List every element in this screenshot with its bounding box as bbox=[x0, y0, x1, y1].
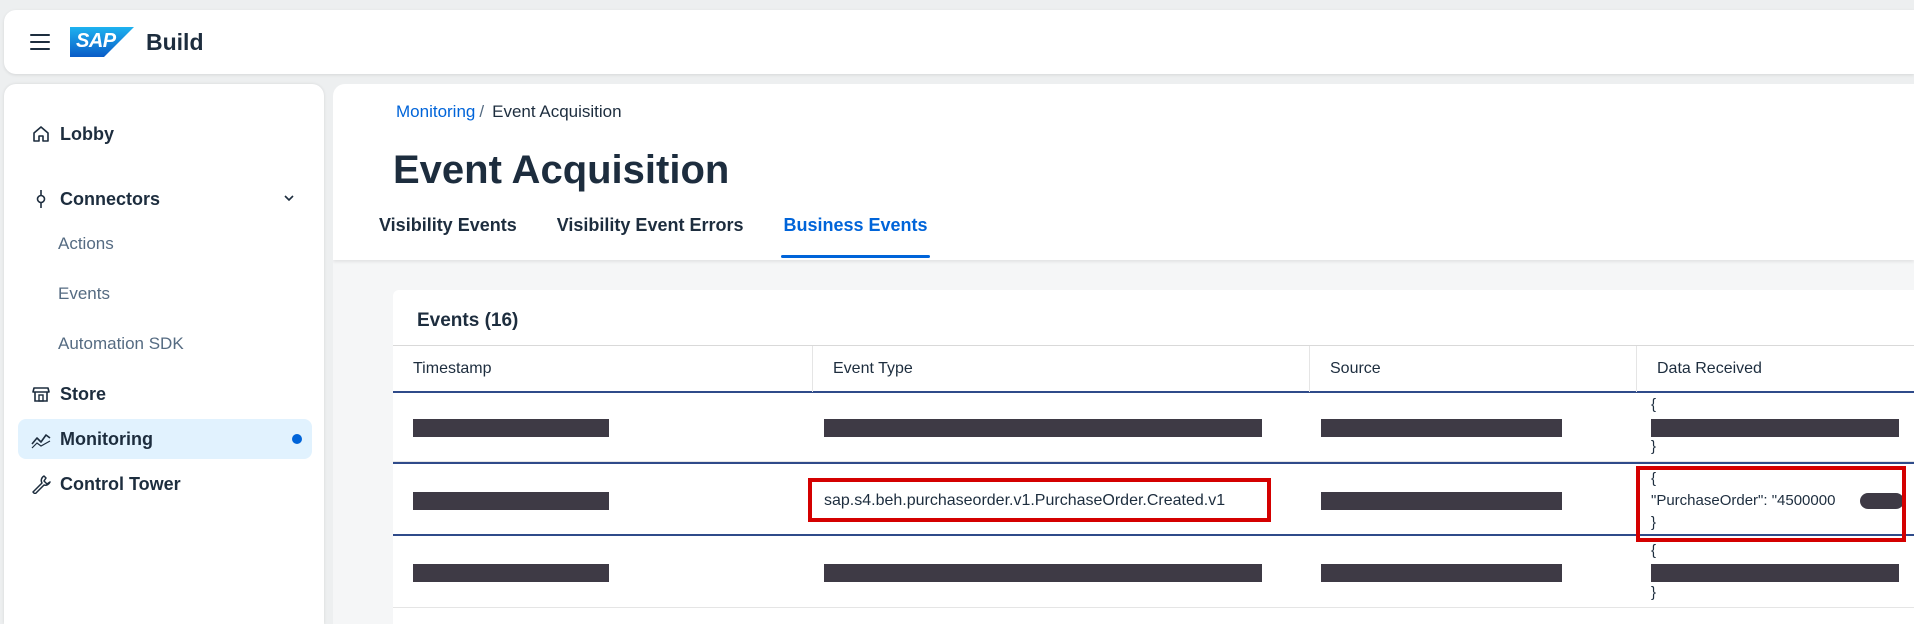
json-open-brace: { bbox=[1651, 396, 1657, 413]
table-row[interactable]: { } bbox=[393, 536, 1914, 608]
monitoring-icon bbox=[30, 428, 52, 450]
table-header: Timestamp Event Type Source Data Receive… bbox=[393, 345, 1914, 393]
selected-indicator-dot bbox=[292, 434, 302, 444]
highlight-data-received bbox=[1636, 466, 1906, 542]
breadcrumb-separator: / bbox=[479, 102, 485, 121]
breadcrumb: Monitoring / Event Acquisition bbox=[396, 102, 622, 122]
connector-icon bbox=[30, 188, 52, 210]
json-open-brace: { bbox=[1651, 542, 1657, 559]
sidebar-subitem-automation-sdk[interactable]: Automation SDK bbox=[58, 334, 184, 354]
redacted-source bbox=[1321, 492, 1562, 510]
tab-visibility-events[interactable]: Visibility Events bbox=[377, 210, 519, 260]
sidebar-item-label: Monitoring bbox=[60, 428, 153, 449]
column-header-source[interactable]: Source bbox=[1310, 346, 1637, 392]
highlight-event-type bbox=[808, 478, 1271, 522]
redacted-data bbox=[1651, 419, 1899, 437]
events-table-card: Events (16) Timestamp Event Type Source … bbox=[393, 290, 1914, 624]
sidebar-item-label: Store bbox=[60, 383, 107, 404]
sidebar-item-control-tower[interactable]: Control Tower bbox=[18, 464, 312, 504]
redacted-source bbox=[1321, 564, 1562, 582]
table-row-selected[interactable]: sap.s4.beh.purchaseorder.v1.PurchaseOrde… bbox=[393, 462, 1914, 542]
redacted-event-type bbox=[824, 419, 1262, 437]
json-close-brace: } bbox=[1651, 438, 1657, 455]
chevron-down-icon[interactable] bbox=[282, 191, 296, 210]
sidebar-item-monitoring[interactable]: Monitoring bbox=[18, 419, 312, 459]
main-content: Monitoring / Event Acquisition Event Acq… bbox=[333, 84, 1914, 624]
sap-logo-text: SAP bbox=[76, 30, 116, 52]
breadcrumb-link-monitoring[interactable]: Monitoring bbox=[396, 102, 475, 122]
sidebar-item-store[interactable]: Store bbox=[18, 374, 312, 414]
sidebar-subitem-events[interactable]: Events bbox=[58, 284, 110, 304]
sap-logo[interactable]: SAP bbox=[70, 27, 134, 57]
column-header-event-type[interactable]: Event Type bbox=[813, 346, 1310, 392]
tab-bar: Visibility Events Visibility Event Error… bbox=[377, 210, 966, 260]
home-icon bbox=[30, 123, 52, 145]
shell-bar: SAP Build bbox=[4, 10, 1914, 74]
sidebar-item-connectors[interactable]: Connectors bbox=[18, 179, 312, 219]
table-row[interactable]: { } bbox=[393, 394, 1914, 462]
store-icon bbox=[30, 383, 52, 405]
wrench-icon bbox=[30, 473, 52, 495]
redacted-timestamp bbox=[413, 492, 609, 510]
side-navigation: Lobby Connectors Actions Events Automati… bbox=[4, 84, 324, 624]
column-header-data-received[interactable]: Data Received bbox=[1637, 346, 1914, 392]
column-header-timestamp[interactable]: Timestamp bbox=[393, 346, 813, 392]
redacted-event-type bbox=[824, 564, 1262, 582]
sidebar-item-label: Lobby bbox=[60, 123, 114, 144]
tab-visibility-event-errors[interactable]: Visibility Event Errors bbox=[555, 210, 746, 260]
sidebar-subitem-actions[interactable]: Actions bbox=[58, 234, 114, 254]
breadcrumb-current: Event Acquisition bbox=[492, 102, 622, 121]
menu-icon[interactable] bbox=[30, 34, 50, 50]
tab-business-events[interactable]: Business Events bbox=[781, 210, 930, 260]
page-title: Event Acquisition bbox=[393, 148, 730, 192]
redacted-timestamp bbox=[413, 564, 609, 582]
sidebar-item-label: Control Tower bbox=[60, 473, 181, 494]
page-header: Monitoring / Event Acquisition Event Acq… bbox=[333, 84, 1914, 260]
redacted-timestamp bbox=[413, 419, 609, 437]
redacted-source bbox=[1321, 419, 1562, 437]
sidebar-item-label: Connectors bbox=[60, 188, 161, 209]
sidebar-item-lobby[interactable]: Lobby bbox=[18, 114, 312, 154]
json-close-brace: } bbox=[1651, 584, 1657, 601]
app-name: Build bbox=[146, 28, 204, 55]
redacted-data bbox=[1651, 564, 1899, 582]
table-title: Events (16) bbox=[417, 310, 519, 331]
